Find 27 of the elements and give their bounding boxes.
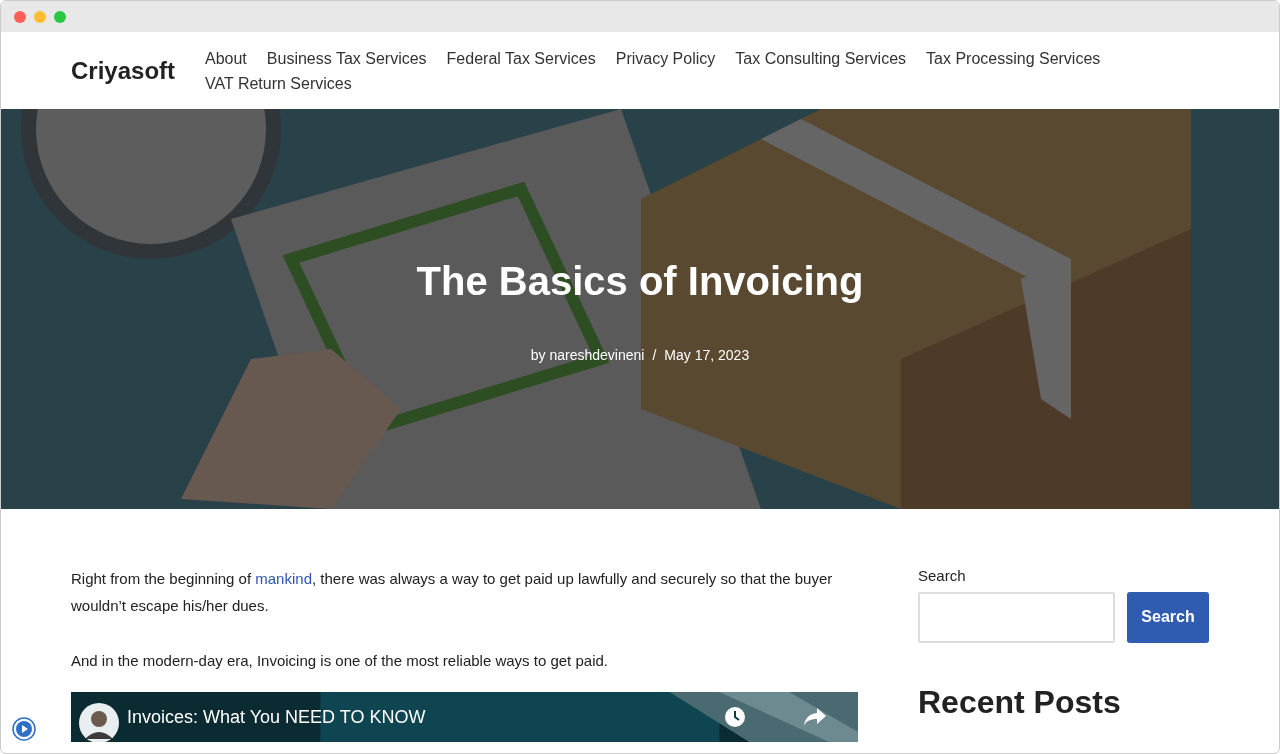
meta-separator: / — [652, 346, 657, 365]
section-heading: Recent Posts — [918, 682, 1122, 721]
nav-link[interactable]: Tax Consulting Services — [735, 45, 907, 71]
avatar-icon[interactable] — [79, 703, 119, 742]
video-title[interactable]: Invoices: What You NEED TO KNOW — [127, 703, 716, 731]
post-title: The Basics of Invoicing — [415, 258, 865, 305]
site-logo[interactable]: Criyasoft — [71, 52, 205, 89]
clock-icon[interactable] — [724, 706, 746, 728]
nav-link[interactable]: VAT Return Services — [205, 70, 352, 96]
search-field[interactable] — [918, 591, 1115, 643]
window-control-dot[interactable] — [14, 10, 26, 23]
nav-link[interactable]: About — [205, 45, 247, 71]
post-date: May 17, 2023 — [664, 346, 750, 365]
nav-link[interactable]: Privacy Policy — [615, 45, 716, 71]
search-button[interactable]: Search — [1127, 591, 1209, 643]
author-link[interactable]: by nareshdevineni — [530, 345, 645, 366]
nav-link[interactable]: Tax Processing Services — [926, 45, 1101, 71]
nav-link[interactable]: Business Tax Services — [266, 45, 427, 71]
text-link[interactable]: mankind — [255, 570, 312, 587]
play-icon[interactable] — [12, 717, 36, 741]
share-icon[interactable] — [804, 708, 826, 726]
window-control-dot[interactable] — [34, 10, 46, 23]
paragraph: And in the modern-day era, Invoicing is one of the most reliable ways to get paid. — [71, 651, 609, 671]
nav-link[interactable]: Federal Tax Services — [446, 45, 596, 71]
window-control-dot[interactable] — [54, 10, 66, 23]
paragraph: Right from the beginning of mankind, there was always a way to get paid up lawfully and securely so that the buyer wouldn’t escape his/her dues. — [71, 569, 834, 616]
search-label: Search — [918, 566, 967, 586]
